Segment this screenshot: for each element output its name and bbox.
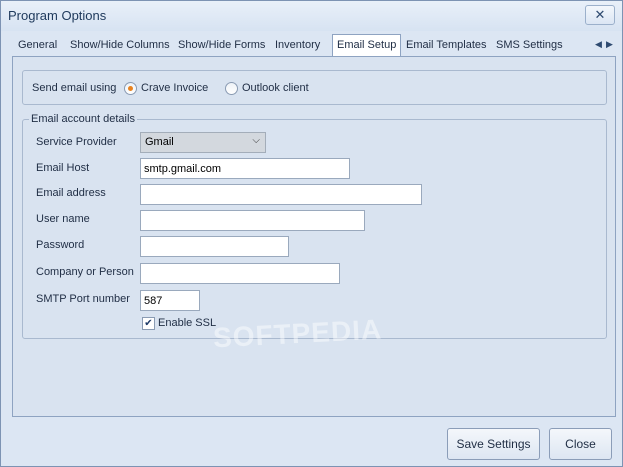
- tab-strip: General Show/Hide Columns Show/Hide Form…: [12, 34, 615, 57]
- email-address-input[interactable]: [140, 184, 422, 205]
- tab-show-hide-columns[interactable]: Show/Hide Columns: [70, 35, 170, 56]
- close-button[interactable]: Close: [549, 428, 612, 460]
- smtp-port-input[interactable]: [140, 290, 200, 311]
- chevron-left-icon[interactable]: ◀: [595, 39, 602, 50]
- send-email-group: Send email using Crave Invoice Outlook c…: [22, 70, 607, 105]
- email-account-legend: Email account details: [29, 113, 137, 125]
- company-label: Company or Person: [36, 266, 134, 278]
- user-name-label: User name: [36, 213, 90, 225]
- title-bar: Program Options ✕: [1, 1, 622, 31]
- radio-outlook-client[interactable]: [225, 82, 238, 95]
- chevron-down-icon: ⌵: [252, 135, 260, 146]
- radio-crave-invoice[interactable]: [124, 82, 137, 95]
- user-name-input[interactable]: [140, 210, 365, 231]
- save-settings-button[interactable]: Save Settings: [447, 428, 540, 460]
- company-input[interactable]: [140, 263, 340, 284]
- chevron-right-icon[interactable]: ▶: [606, 39, 613, 50]
- service-provider-value: Gmail: [145, 136, 174, 148]
- softpedia-watermark: SOFTPEDIA: [212, 313, 383, 354]
- enable-ssl-checkbox[interactable]: ✔: [142, 317, 155, 330]
- password-input[interactable]: [140, 236, 289, 257]
- tab-sms-settings[interactable]: SMS Settings: [496, 35, 563, 56]
- tab-email-setup[interactable]: Email Setup: [332, 34, 402, 57]
- email-host-label: Email Host: [36, 162, 90, 174]
- window-title: Program Options: [8, 8, 107, 23]
- service-provider-label: Service Provider: [36, 136, 117, 148]
- window-close-button[interactable]: ✕: [585, 5, 615, 25]
- tab-email-templates[interactable]: Email Templates: [406, 35, 487, 56]
- smtp-port-label: SMTP Port number: [36, 293, 130, 305]
- send-email-label: Send email using: [32, 82, 117, 94]
- enable-ssl-label[interactable]: Enable SSL: [158, 317, 216, 329]
- tab-general[interactable]: General: [18, 35, 57, 56]
- email-host-input[interactable]: [140, 158, 350, 179]
- tab-inventory[interactable]: Inventory: [275, 35, 320, 56]
- email-setup-panel: Send email using Crave Invoice Outlook c…: [12, 56, 616, 417]
- password-label: Password: [36, 239, 85, 251]
- radio-outlook-client-label[interactable]: Outlook client: [242, 82, 309, 94]
- program-options-window: Program Options ✕ General Show/Hide Colu…: [0, 0, 623, 467]
- email-address-label: Email address: [36, 187, 106, 199]
- radio-crave-invoice-label[interactable]: Crave Invoice: [141, 82, 208, 94]
- tab-show-hide-forms[interactable]: Show/Hide Forms: [178, 35, 265, 56]
- service-provider-select[interactable]: Gmail ⌵: [140, 132, 266, 153]
- email-account-group: Email account details Service Provider G…: [22, 113, 607, 353]
